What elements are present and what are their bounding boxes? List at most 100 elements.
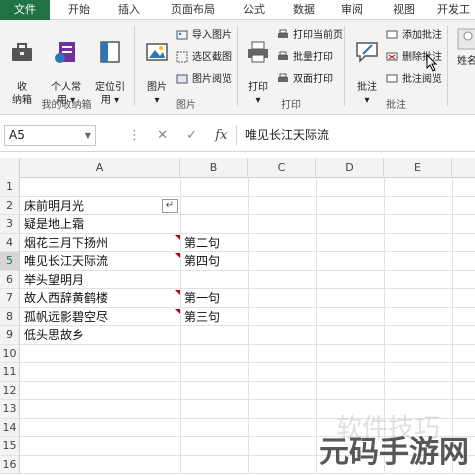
cell-b[interactable] (180, 271, 248, 290)
divider (237, 26, 238, 106)
cell-b[interactable]: 第二句 (180, 234, 248, 253)
cell-b[interactable] (180, 197, 248, 216)
tab-home[interactable]: 开始 (58, 0, 100, 20)
column-header-a[interactable]: A (20, 158, 180, 178)
batch-print-icon (278, 51, 288, 60)
more-icon[interactable]: ⋮ (128, 128, 141, 143)
divider (344, 26, 345, 106)
comment-indicator-icon[interactable] (175, 234, 180, 240)
name-box[interactable]: A5 ▼ (4, 125, 96, 146)
row-header[interactable]: 16 (0, 455, 20, 474)
region-screenshot-button[interactable]: 选区截图 (176, 49, 232, 67)
ribbon-tab-bar: 文件 开始 插入 页面布局 公式 数据 审阅 视图 开发工 (0, 0, 475, 20)
row-header[interactable]: 15 (0, 437, 20, 456)
paste-options-icon[interactable]: ↵ (162, 198, 178, 213)
cell-a[interactable]: 唯见长江天际流 (20, 252, 180, 271)
cell-b[interactable] (180, 326, 248, 345)
row-header[interactable]: 7 (0, 289, 20, 308)
add-comment-icon (386, 30, 398, 39)
mouse-cursor-icon (426, 54, 438, 72)
row-header[interactable]: 8 (0, 307, 20, 326)
cancel-icon[interactable]: ✕ (157, 128, 168, 143)
cell-b[interactable] (180, 178, 248, 197)
comment-button[interactable]: 批注 ▾ (350, 26, 384, 107)
comment-indicator-icon[interactable] (175, 253, 180, 258)
tab-insert[interactable]: 插入 (108, 0, 150, 20)
browse-comments-icon (386, 74, 398, 83)
cell-b[interactable]: 第一句 (180, 289, 248, 308)
person-icon (457, 28, 475, 50)
cell-a[interactable]: 床前明月光 (20, 197, 180, 216)
name-button[interactable]: 姓名 (452, 26, 475, 68)
formula-buttons: ⋮ ✕ ✓ fx (128, 125, 227, 146)
function-icon[interactable]: fx (215, 128, 227, 143)
grid-line (20, 380, 475, 382)
grid-line (248, 178, 249, 474)
grid-line (316, 178, 317, 474)
row-header[interactable]: 9 (0, 326, 20, 345)
cell-a[interactable]: 故人西辞黄鹤楼 (20, 289, 180, 308)
tab-file[interactable]: 文件 (0, 0, 50, 20)
toolbox-button[interactable]: 收 纳箱 (4, 26, 40, 107)
cell-b[interactable]: 第四句 (180, 252, 248, 271)
personal-icon (55, 42, 75, 63)
row-header[interactable]: 11 (0, 363, 20, 382)
row-header[interactable]: 13 (0, 400, 20, 419)
divider (134, 26, 135, 106)
group-print: 打印 ▾ 打印当前页 批量打印 双面打印 打印 (239, 20, 343, 115)
picture-button[interactable]: 图片 ▾ (140, 26, 174, 107)
cell-a[interactable]: 举头望明月 (20, 271, 180, 290)
print-button[interactable]: 打印 ▾ (241, 26, 275, 107)
row-header[interactable]: 5 (0, 252, 20, 271)
cell-a[interactable]: 低头思故乡 (20, 326, 180, 345)
screenshot-icon (176, 51, 188, 63)
cell-a[interactable]: 烟花三月下扬州 (20, 234, 180, 253)
select-all-corner[interactable] (0, 158, 20, 178)
row-header[interactable]: 2 (0, 196, 20, 215)
grid-line (20, 473, 475, 474)
cell-a[interactable] (20, 178, 180, 197)
comment-indicator-icon[interactable] (175, 290, 180, 295)
row-header[interactable]: 1 (0, 178, 20, 197)
browse-comments-button[interactable]: 批注阅览 (386, 71, 442, 89)
row-header[interactable]: 6 (0, 270, 20, 289)
row-header[interactable]: 12 (0, 381, 20, 400)
row-header[interactable]: 4 (0, 233, 20, 252)
tab-developer[interactable]: 开发工 (432, 0, 475, 20)
tab-review[interactable]: 审阅 (332, 0, 372, 20)
cell-b[interactable]: 第三句 (180, 308, 248, 327)
formula-input[interactable]: 唯见长江天际流 (236, 125, 475, 146)
divider (447, 26, 448, 106)
comment-indicator-icon[interactable] (175, 308, 180, 314)
tab-page-layout[interactable]: 页面布局 (158, 0, 228, 20)
tab-view[interactable]: 视图 (384, 0, 424, 20)
personal-common-button[interactable]: 个人常 用 ▾ (44, 26, 88, 107)
formula-bar: A5 ▼ ⋮ ✕ ✓ fx 唯见长江天际流 (0, 120, 475, 152)
chevron-down-icon[interactable]: ▼ (85, 126, 91, 145)
group-comment: 批注 ▾ 添加批注 删除批注 批注阅览 批注 (346, 20, 446, 115)
group-label-picture: 图片 (176, 100, 196, 111)
batch-print-button[interactable]: 批量打印 (277, 49, 333, 67)
row-header[interactable]: 14 (0, 418, 20, 437)
column-header-d[interactable]: D (316, 158, 384, 178)
cell-a[interactable]: 疑是地上霜 (20, 215, 180, 234)
tab-data[interactable]: 数据 (284, 0, 324, 20)
enter-icon[interactable]: ✓ (186, 128, 197, 143)
locate-reference-button[interactable]: 定位引 用 ▾ (90, 26, 130, 107)
column-header-b[interactable]: B (180, 158, 248, 178)
cell-a[interactable]: 孤帆远影碧空尽 (20, 308, 180, 327)
column-header-c[interactable]: C (248, 158, 316, 178)
cell-b[interactable] (180, 215, 248, 234)
row-header[interactable]: 10 (0, 344, 20, 363)
group-label-toolbox: 我的收纳箱 (41, 100, 92, 111)
column-header-e[interactable]: E (384, 158, 452, 178)
picture-browse-button[interactable]: 图片阅览 (176, 71, 232, 89)
print-current-page-button[interactable]: 打印当前页 (277, 27, 343, 45)
duplex-print-button[interactable]: 双面打印 (277, 71, 333, 89)
import-picture-button[interactable]: 导入图片 (176, 27, 232, 45)
tab-formulas[interactable]: 公式 (234, 0, 274, 20)
group-toolbox: 收 纳箱 个人常 用 ▾ 定位引 用 ▾ 我的收纳箱 (0, 20, 133, 115)
add-comment-button[interactable]: 添加批注 (386, 27, 442, 45)
row-header[interactable]: 3 (0, 215, 20, 234)
ribbon: 收 纳箱 个人常 用 ▾ 定位引 用 ▾ 我的收纳箱 图片 ▾ 导入图片 选区截… (0, 20, 475, 115)
